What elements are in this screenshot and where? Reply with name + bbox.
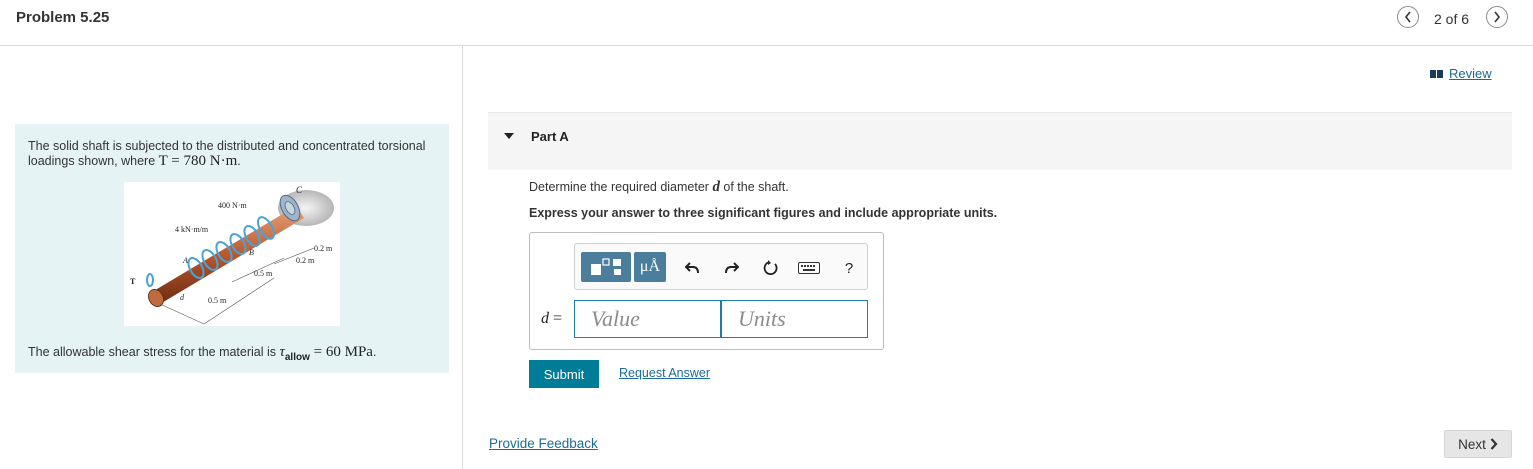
label-dist-load: 4 kN·m/m [175,225,209,234]
stress-value: = 60 MPa [309,344,373,360]
templates-icon [591,258,621,275]
problem-statement-panel: The solid shaft is subjected to the dist… [15,124,449,373]
review-label: Review [1449,66,1492,81]
allowable-period: . [372,345,377,359]
math-toolbar: μÅ ? [574,243,868,290]
label-dim3: 0.5 m [254,269,273,278]
units-input[interactable] [721,300,868,338]
chevron-right-icon [1494,11,1501,23]
help-icon[interactable]: ? [838,257,860,279]
answer-equals: = [549,310,563,327]
part-label: Part A [531,129,569,144]
book-icon [1430,69,1443,78]
submit-button[interactable]: Submit [529,360,599,388]
caret-down-icon[interactable] [504,133,514,139]
answer-variable-label: d = [541,310,562,328]
next-label: Next [1458,436,1486,452]
label-dim1: 0.2 m [314,244,333,253]
redo-icon[interactable] [721,257,743,279]
header-bar: Problem 5.25 2 of 6 [0,0,1533,46]
request-answer-link[interactable]: Request Answer [619,366,710,380]
answer-var: d [541,310,549,327]
shaft-diagram: C 400 N·m 4 kN·m/m B A T d 0.2 m 0.2 m 0… [130,185,334,325]
tau-subscript: allow [284,352,310,363]
undo-icon[interactable] [681,257,703,279]
review-link[interactable]: Review [1430,66,1492,81]
templates-button[interactable] [581,252,631,282]
answer-box: μÅ ? d = [529,232,884,350]
allowable-text: The allowable shear stress for the mater… [28,345,280,359]
label-a: A [182,256,188,265]
keyboard-icon[interactable] [796,257,822,279]
problem-text-allowable: The allowable shear stress for the mater… [28,344,376,363]
torque-value: T = 780 N·m [158,153,238,169]
shaft-figure: C 400 N·m 4 kN·m/m B A T d 0.2 m 0.2 m 0… [124,182,340,326]
question-end: of the shaft. [719,180,789,194]
reset-icon[interactable] [760,257,782,279]
label-dim4: 0.5 m [208,296,227,305]
label-400: 400 N·m [218,201,247,210]
value-input[interactable] [574,300,721,338]
next-problem-button[interactable] [1486,6,1508,28]
provide-feedback-link[interactable]: Provide Feedback [489,436,598,451]
panel-divider [462,46,463,469]
label-dim2: 0.2 m [296,256,315,265]
previous-problem-button[interactable] [1397,6,1419,28]
problem-title: Problem 5.25 [16,9,110,26]
next-button[interactable]: Next [1444,430,1512,458]
chevron-left-icon [1404,11,1411,23]
label-t: T [130,277,136,286]
question-part: Determine the required diameter [529,180,713,194]
problem-text-period: . [237,154,241,168]
problem-counter: 2 of 6 [1434,11,1470,27]
label-c: C [296,185,303,195]
shaft [152,206,304,304]
label-d: d [180,293,185,302]
part-a-header[interactable]: Part A [488,112,1512,170]
torque-arrow-t [146,273,154,287]
question-variable: d [712,179,720,195]
units-button[interactable]: μÅ [634,252,666,282]
question-text: Determine the required diameter d of the… [529,179,789,196]
chevron-right-icon [1490,438,1498,450]
problem-text-intro: The solid shaft is subjected to the dist… [28,139,438,169]
label-b: B [249,248,254,257]
instruction-text: Express your answer to three significant… [529,206,998,220]
tau-symbol: τallow = 60 MPa [280,344,373,363]
